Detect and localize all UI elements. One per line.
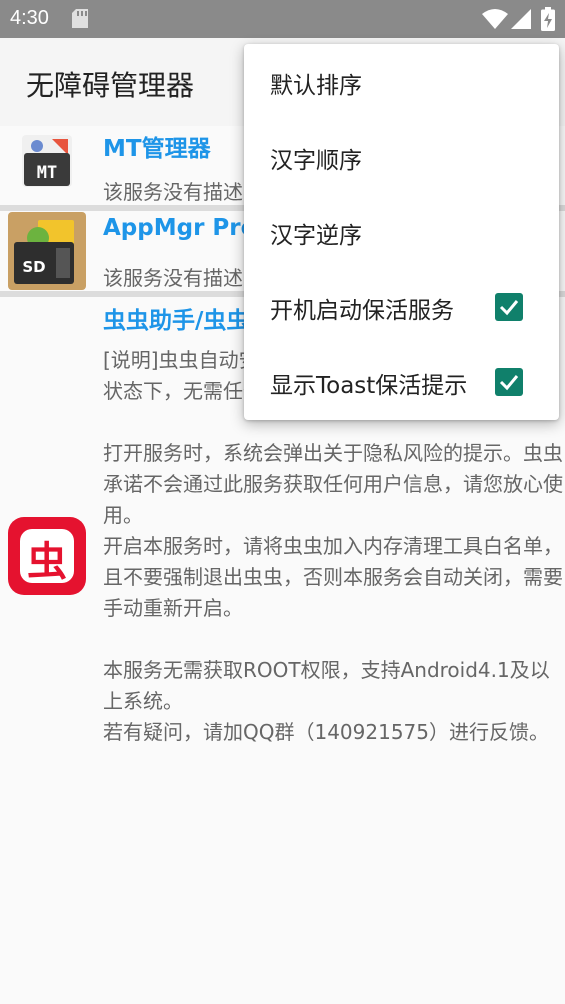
app-name: 虫虫助手/虫虫: [103, 308, 250, 334]
menu-item-label: 汉字逆序: [270, 222, 362, 249]
app-name: MT管理器: [103, 136, 211, 162]
wifi-icon: [482, 8, 508, 34]
menu-item-label: 默认排序: [270, 72, 362, 99]
app-description: 该服务没有描述: [103, 266, 243, 290]
check-icon: [499, 375, 519, 391]
menu-item-show-toast[interactable]: 显示Toast保活提示: [244, 345, 559, 420]
menu-item-hanzi-ascending[interactable]: 汉字顺序: [244, 120, 559, 195]
page-title: 无障碍管理器: [26, 69, 195, 102]
svg-text:MT: MT: [37, 163, 57, 183]
status-time: 4:30: [10, 7, 49, 29]
menu-item-boot-keepalive[interactable]: 开机启动保活服务: [244, 270, 559, 345]
menu-item-default-sort[interactable]: 默认排序: [244, 45, 559, 120]
show-toast-checkbox[interactable]: [495, 368, 523, 396]
description-paragraph: 开启本服务时，请将虫虫加入内存清理工具白名单，且不要强制退出虫虫，否则本服务会自…: [103, 534, 563, 620]
battery-charging-icon: [541, 7, 555, 35]
menu-item-hanzi-descending[interactable]: 汉字逆序: [244, 195, 559, 270]
description-paragraph: 打开服务时，系统会弹出关于隐私风险的提示。虫虫承诺不会通过此服务获取任何用户信息…: [103, 441, 563, 527]
svg-text:SD: SD: [22, 258, 45, 276]
menu-item-label: 开机启动保活服务: [270, 297, 454, 324]
signal-icon: [510, 8, 532, 34]
overflow-menu: 默认排序 汉字顺序 汉字逆序 开机启动保活服务 显示Toast保活提示: [244, 44, 559, 420]
mt-manager-icon: MT: [22, 135, 72, 187]
boot-keepalive-checkbox[interactable]: [495, 293, 523, 321]
menu-item-label: 显示Toast保活提示: [270, 372, 468, 399]
svg-text:虫: 虫: [27, 539, 67, 585]
appmgr-pro-icon: SD: [8, 212, 86, 290]
sd-card-icon: [72, 9, 88, 32]
chongchong-icon: 虫: [8, 517, 86, 595]
status-bar: 4:30: [0, 0, 565, 38]
description-paragraph: 若有疑问，请加QQ群（140921575）进行反馈。: [103, 720, 550, 744]
description-paragraph: 本服务无需获取ROOT权限，支持Android4.1及以上系统。: [103, 658, 550, 713]
check-icon: [499, 300, 519, 316]
app-description: 该服务没有描述: [103, 180, 243, 204]
menu-item-label: 汉字顺序: [270, 147, 362, 174]
